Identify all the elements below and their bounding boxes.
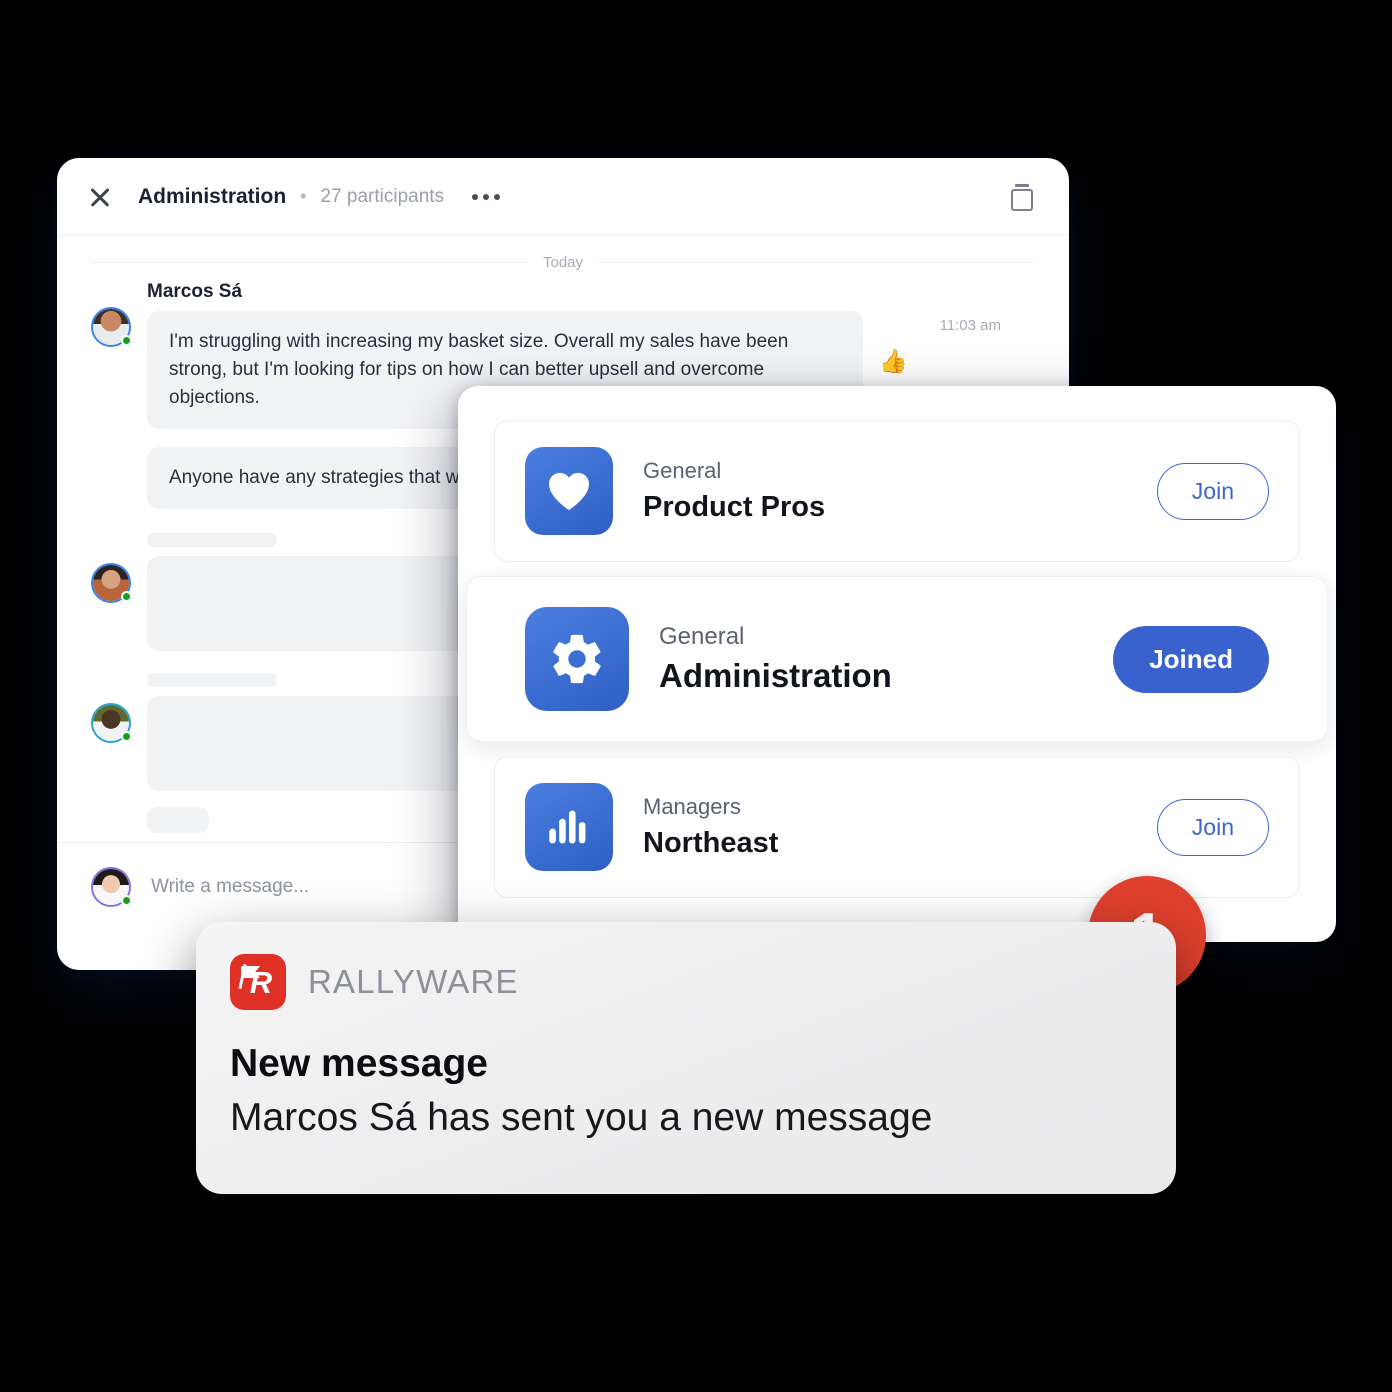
message-sender: Marcos Sá bbox=[147, 281, 243, 302]
groups-panel: General Product Pros Join General Admini… bbox=[458, 386, 1336, 942]
group-card-northeast[interactable]: Managers Northeast Join bbox=[494, 756, 1300, 898]
message-timestamp: 11:03 am bbox=[939, 317, 1001, 334]
notification-title: New message bbox=[230, 1042, 488, 1085]
avatar bbox=[91, 307, 132, 347]
online-status-dot bbox=[121, 894, 132, 906]
message-input-placeholder[interactable]: Write a message... bbox=[151, 876, 309, 898]
group-card-administration[interactable]: General Administration Joined bbox=[466, 576, 1328, 742]
group-name: Northeast bbox=[643, 826, 779, 859]
gear-icon bbox=[525, 607, 629, 711]
joined-button[interactable]: Joined bbox=[1113, 625, 1269, 693]
close-icon[interactable] bbox=[85, 182, 115, 212]
avatar bbox=[91, 703, 132, 744]
group-name: Administration bbox=[659, 657, 892, 695]
push-notification-card[interactable]: R RALLYWARE New message Marcos Sá has se… bbox=[196, 922, 1176, 1194]
skeleton-name bbox=[147, 673, 277, 688]
brand-name: RALLYWARE bbox=[308, 963, 519, 1000]
trash-icon[interactable] bbox=[1009, 182, 1035, 212]
day-divider-label: Today bbox=[542, 254, 584, 271]
online-status-dot bbox=[121, 731, 132, 743]
skeleton-name bbox=[147, 533, 277, 548]
online-status-dot bbox=[121, 335, 132, 346]
rallyware-logo-icon: R bbox=[230, 954, 286, 1010]
notification-body: Marcos Sá has sent you a new message bbox=[230, 1096, 933, 1139]
notification-brand-row: R RALLYWARE bbox=[230, 954, 1142, 1010]
day-divider: Today bbox=[57, 236, 1069, 277]
header-separator: • bbox=[300, 186, 307, 206]
ellipsis-icon[interactable] bbox=[472, 193, 501, 200]
group-name: Product Pros bbox=[643, 490, 826, 523]
avatar bbox=[91, 866, 132, 907]
page-title: Administration bbox=[138, 184, 287, 208]
group-card-product-pros[interactable]: General Product Pros Join bbox=[494, 420, 1300, 562]
join-button[interactable]: Join bbox=[1156, 798, 1269, 856]
join-button[interactable]: Join bbox=[1156, 462, 1269, 520]
heart-icon bbox=[525, 447, 613, 535]
participants-count: 27 participants bbox=[320, 185, 445, 207]
screenshot-stage: Administration • 27 participants Today M… bbox=[0, 0, 1392, 1392]
group-category: General bbox=[659, 623, 745, 651]
group-category: General bbox=[643, 458, 722, 484]
group-category: Managers bbox=[643, 794, 741, 820]
skeleton-chip bbox=[147, 807, 209, 834]
chat-header: Administration • 27 participants bbox=[57, 158, 1069, 236]
bar-chart-icon bbox=[525, 783, 613, 871]
avatar bbox=[91, 563, 132, 604]
online-status-dot bbox=[121, 591, 132, 603]
thumbs-up-icon[interactable]: 👍 bbox=[879, 348, 1035, 375]
